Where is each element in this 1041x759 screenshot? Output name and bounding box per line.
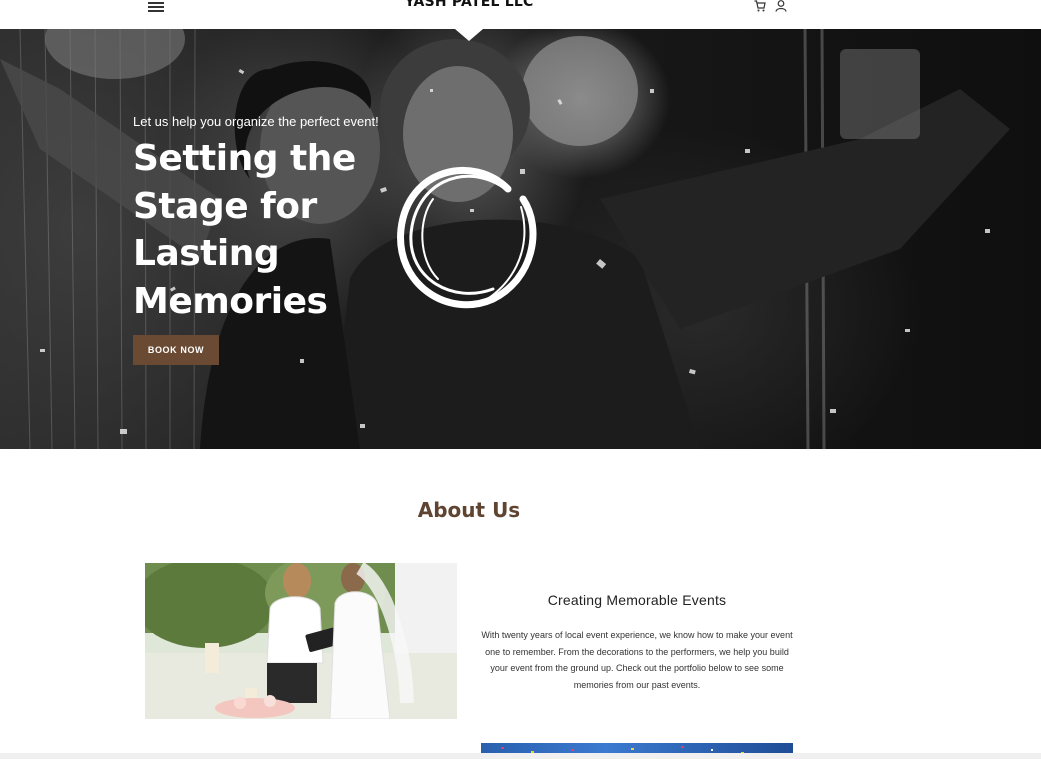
horizontal-scrollbar[interactable] [0,753,1041,759]
hero-title: Setting the Stage for Lasting Memories [133,138,356,322]
hero-tagline: Let us help you organize the perfect eve… [133,114,379,129]
book-now-button[interactable]: BOOK NOW [133,335,219,365]
site-logo[interactable]: YASH PATEL LLC [0,0,938,10]
cart-icon[interactable] [754,0,766,12]
user-icon[interactable] [775,0,787,12]
about-heading: About Us [417,498,521,522]
card-text: With twenty years of local event experie… [481,630,793,690]
header-notch [455,29,483,41]
brush-circle-logo [397,166,537,308]
hero-banner: Let us help you organize the perfect eve… [0,29,1041,449]
site-header: YASH PATEL LLC [0,0,1041,29]
about-photo [145,563,457,719]
card-title: Creating Memorable Events [547,592,727,608]
